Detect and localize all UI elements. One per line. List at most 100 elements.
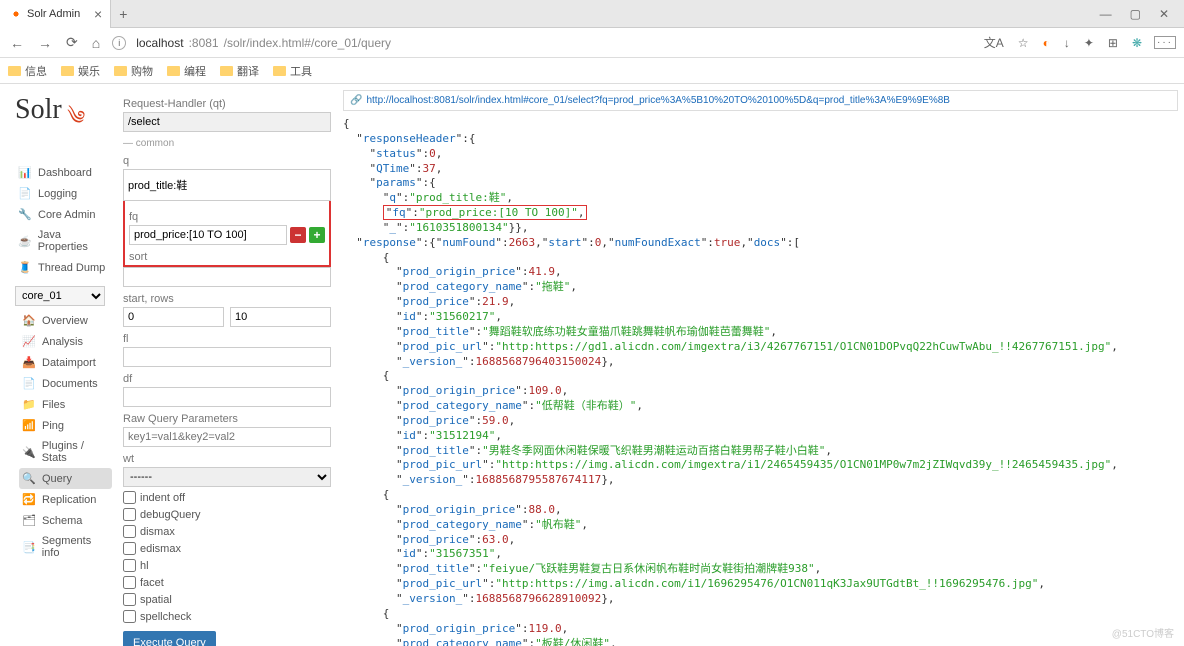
- back-icon[interactable]: ←: [8, 35, 26, 51]
- subnav-replication[interactable]: 🔁Replication: [19, 489, 112, 510]
- spellcheck-checkbox[interactable]: [123, 610, 136, 623]
- shield-icon[interactable]: ◐: [1041, 36, 1052, 50]
- window-controls: — ▢ ✕: [1100, 7, 1184, 21]
- execute-query-button[interactable]: Execute Query: [123, 631, 216, 646]
- fq-label: fq: [129, 211, 325, 223]
- wt-label: wt: [123, 453, 331, 465]
- star-icon[interactable]: ☆: [1016, 36, 1031, 50]
- folder-icon: [61, 66, 74, 76]
- q-input[interactable]: [123, 169, 331, 201]
- nav-icon: ☕: [18, 235, 32, 248]
- home-icon[interactable]: ⌂: [90, 35, 102, 51]
- sort-input[interactable]: [123, 267, 331, 287]
- ext-icon[interactable]: ⊞: [1106, 36, 1120, 50]
- hl-label: hl: [140, 560, 149, 572]
- tab-title: Solr Admin: [27, 8, 80, 20]
- bookmark-folder[interactable]: 工具: [273, 63, 312, 79]
- raw-input[interactable]: [123, 427, 331, 447]
- subnav-schema[interactable]: 🗂Schema: [19, 510, 112, 531]
- url-host: localhost: [136, 36, 183, 50]
- subnav-dataimport[interactable]: 📥Dataimport: [19, 352, 112, 373]
- app-icon[interactable]: ❋: [1130, 36, 1144, 50]
- forward-icon[interactable]: →: [36, 35, 54, 51]
- browser-tab[interactable]: Solr Admin ×: [0, 0, 111, 28]
- bookmark-folder[interactable]: 娱乐: [61, 63, 100, 79]
- subnav-overview[interactable]: 🏠Overview: [19, 310, 112, 331]
- nav-thread-dump[interactable]: 🧵Thread Dump: [15, 257, 112, 278]
- bookmark-folder[interactable]: 购物: [114, 63, 153, 79]
- nav-icon: 📁: [22, 398, 36, 411]
- grid-icon[interactable]: ✦: [1082, 36, 1096, 50]
- nav-icon: 📄: [18, 187, 32, 200]
- new-tab-button[interactable]: +: [111, 6, 135, 22]
- nav-dashboard[interactable]: 📊Dashboard: [15, 162, 112, 183]
- folder-icon: [167, 66, 180, 76]
- maximize-icon[interactable]: ▢: [1130, 7, 1141, 21]
- close-window-icon[interactable]: ✕: [1159, 7, 1169, 21]
- result-url[interactable]: http://localhost:8081/solr/index.html#co…: [366, 95, 950, 106]
- more-icon[interactable]: ···: [1154, 36, 1176, 49]
- subnav-query[interactable]: 🔍Query: [19, 468, 112, 489]
- edismax-checkbox[interactable]: [123, 542, 136, 555]
- url-port: :8081: [189, 36, 219, 50]
- qt-input[interactable]: [123, 112, 331, 132]
- folder-icon: [8, 66, 21, 76]
- start-input[interactable]: [123, 307, 224, 327]
- raw-label: Raw Query Parameters: [123, 413, 331, 425]
- df-input[interactable]: [123, 387, 331, 407]
- spatial-checkbox[interactable]: [123, 593, 136, 606]
- sort-label: sort: [129, 251, 325, 263]
- bookmark-folder[interactable]: 翻译: [220, 63, 259, 79]
- nav-icon: 🔁: [22, 493, 36, 506]
- logo: Solr༄: [15, 94, 112, 150]
- reload-icon[interactable]: ⟳: [64, 34, 80, 51]
- result-url-bar[interactable]: 🔗 http://localhost:8081/solr/index.html#…: [343, 90, 1178, 111]
- subnav-plugins---stats[interactable]: 🔌Plugins / Stats: [19, 436, 112, 468]
- bookmark-folder[interactable]: 信息: [8, 63, 47, 79]
- watermark: @51CTO博客: [1112, 625, 1174, 640]
- hl-checkbox[interactable]: [123, 559, 136, 572]
- debugQuery-checkbox[interactable]: [123, 508, 136, 521]
- url-field[interactable]: localhost:8081/solr/index.html#/core_01/…: [136, 36, 972, 50]
- qt-label: Request-Handler (qt): [123, 98, 331, 110]
- nav-java-properties[interactable]: ☕Java Properties: [15, 225, 112, 257]
- edismax-label: edismax: [140, 543, 181, 555]
- info-icon[interactable]: i: [112, 36, 126, 50]
- spellcheck-label: spellcheck: [140, 611, 191, 623]
- core-selector[interactable]: core_01: [15, 286, 105, 306]
- fl-label: fl: [123, 333, 331, 345]
- subnav-segments-info[interactable]: 📑Segments info: [19, 531, 112, 563]
- link-icon: 🔗: [350, 95, 362, 106]
- dismax-checkbox[interactable]: [123, 525, 136, 538]
- folder-icon: [114, 66, 127, 76]
- nav-icon: 🔌: [22, 446, 36, 459]
- bookmark-folder[interactable]: 编程: [167, 63, 206, 79]
- nav-logging[interactable]: 📄Logging: [15, 183, 112, 204]
- download-icon[interactable]: ↓: [1062, 36, 1072, 50]
- nav-icon: 📄: [22, 377, 36, 390]
- subnav-ping[interactable]: 📶Ping: [19, 415, 112, 436]
- spatial-label: spatial: [140, 594, 172, 606]
- close-icon[interactable]: ×: [94, 6, 102, 22]
- nav-icon: 🔍: [22, 472, 36, 485]
- rows-input[interactable]: [230, 307, 331, 327]
- subnav-analysis[interactable]: 📈Analysis: [19, 331, 112, 352]
- q-label: q: [123, 155, 331, 167]
- indent-checkbox[interactable]: [123, 491, 136, 504]
- bookmarks-bar: 信息 娱乐 购物 编程 翻译 工具: [0, 58, 1184, 84]
- nav-icon: 📥: [22, 356, 36, 369]
- fl-input[interactable]: [123, 347, 331, 367]
- translate-icon[interactable]: 文A: [982, 34, 1006, 51]
- add-fq-button[interactable]: +: [309, 227, 325, 243]
- folder-icon: [220, 66, 233, 76]
- subnav-documents[interactable]: 📄Documents: [19, 373, 112, 394]
- wt-select[interactable]: ------: [123, 467, 331, 487]
- remove-fq-button[interactable]: −: [290, 227, 306, 243]
- minimize-icon[interactable]: —: [1100, 7, 1112, 21]
- fq-input[interactable]: [129, 225, 287, 245]
- nav-core-admin[interactable]: 🔧Core Admin: [15, 204, 112, 225]
- query-form: Request-Handler (qt) — common q fq − + s…: [117, 84, 337, 646]
- subnav-files[interactable]: 📁Files: [19, 394, 112, 415]
- facet-checkbox[interactable]: [123, 576, 136, 589]
- tab-favicon: [10, 8, 22, 20]
